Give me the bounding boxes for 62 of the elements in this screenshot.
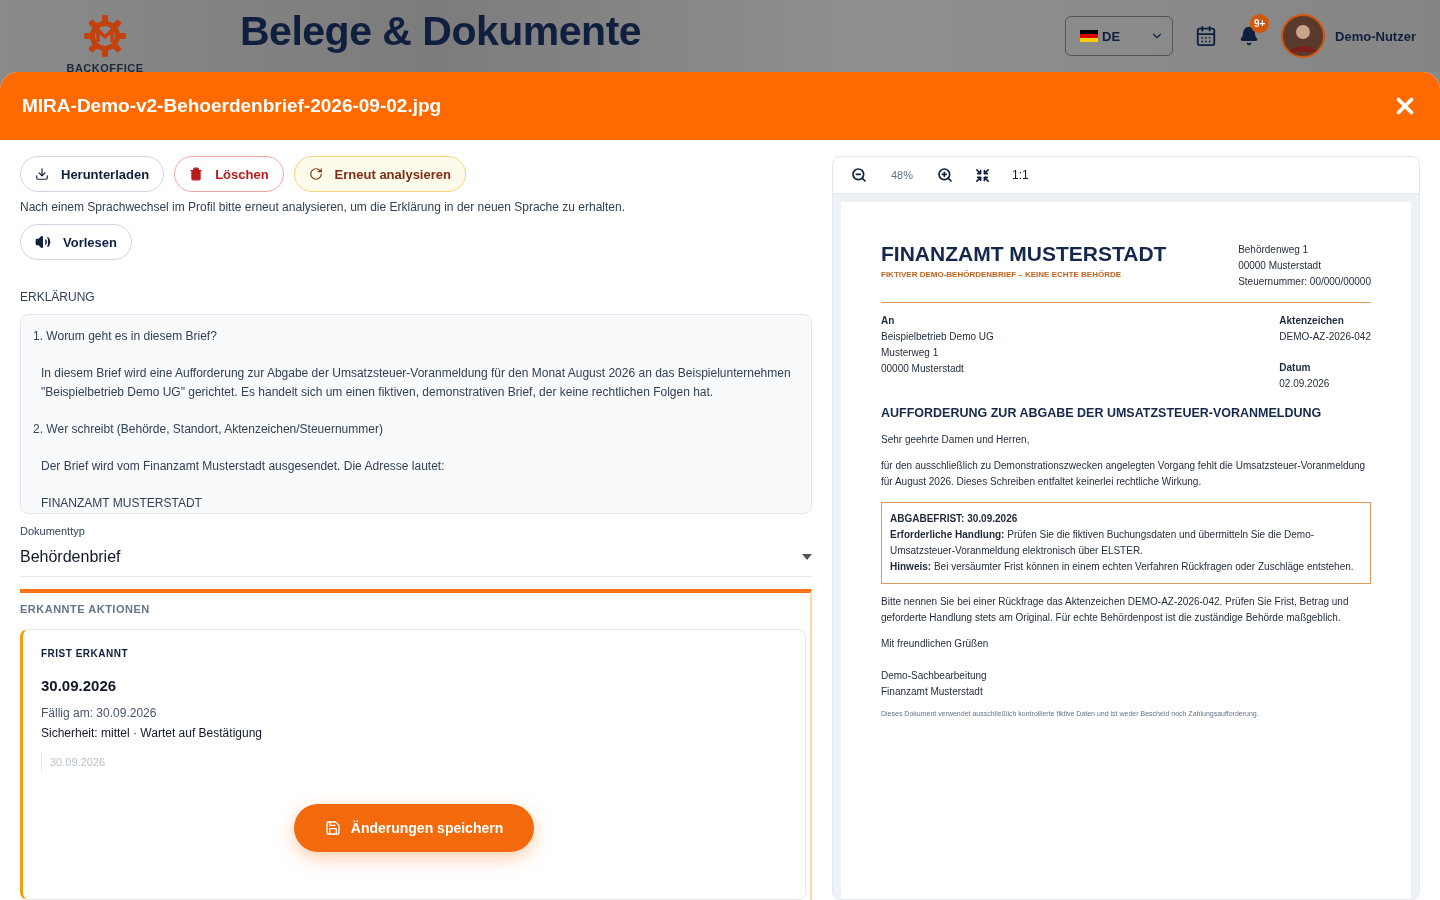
flag-icon bbox=[1080, 30, 1099, 42]
letter-subject: AUFFORDERUNG ZUR ABGABE DER UMSATZSTEUER-VORANMELDUNG bbox=[881, 406, 1323, 420]
notice-line: ABGABEFRIST: 30.09.2026 bbox=[890, 512, 1019, 526]
page-title: Belege & Dokumente bbox=[240, 8, 642, 55]
letter-paragraph: Bitte nennen Sie bei einer Rückfrage das Aktenzeichen DEMO-AZ-2026-042. Prüfen Sie Frist, Betrag und geforderte Handlung stets am Original. Für echte Behördenpost ist die zuständige Behörde maßgeblich. bbox=[881, 595, 1350, 625]
recipient-line: 00000 Musterstadt bbox=[881, 362, 965, 376]
explanation-paragraph: 2. Wer schreibt (Behörde, Standort, Aktenzeichen/Steuernummer) bbox=[33, 421, 384, 438]
logo-text: BACKOFFICE bbox=[66, 62, 144, 74]
download-icon bbox=[35, 167, 49, 181]
explanation-paragraph: Der Brief wird vom Finanzamt Musterstadt ausgesendet. Die Adresse lautet: bbox=[40, 458, 446, 475]
shrink-icon bbox=[975, 167, 991, 183]
hint-text: Nach einem Sprachwechsel im Profil bitte erneut analysieren, um die Erklärung in der neuen Sprache zu erhalten. bbox=[20, 200, 626, 214]
reanalyze-button[interactable]: Erneut analysieren bbox=[293, 156, 466, 192]
notice-line: Hinweis: Bei versäumter Frist können in einem echten Verfahren Rückfragen oder Zuschläge entstehen. bbox=[890, 560, 1355, 574]
speaker-icon bbox=[35, 234, 51, 250]
letter-paragraph: für den ausschließlich zu Demonstrationszwecken angelegten Vorgang fehlt die Umsatzsteuer-Voranmeldung für August 2026. Dieses Schreiben entfaltet keinerlei rechtliche Wirkung. bbox=[881, 459, 1367, 489]
notice-line: Erforderliche Handlung: Prüfen Sie die fiktiven Buchungsdaten und übermitteln Sie die Demo-Umsatzsteuer-Voranmeldung elektronisch über ELSTER. bbox=[890, 528, 1316, 558]
explanation-paragraph: 1. Worum geht es in diesem Brief? bbox=[33, 328, 218, 345]
letter-subtitle: FIKTIVER DEMO-BEHÖRDENBRIEF – KEINE ECHTE BEHÖRDE bbox=[881, 270, 1123, 279]
zoom-out-icon bbox=[851, 167, 867, 183]
section-title: ERKANNTE AKTIONEN bbox=[20, 603, 151, 615]
user-name[interactable]: Demo-Nutzer bbox=[1335, 28, 1416, 44]
meta-value: DEMO-AZ-2026-042 bbox=[1279, 330, 1371, 344]
refresh-icon bbox=[308, 167, 323, 181]
avatar[interactable] bbox=[1281, 14, 1326, 58]
salutation: Sehr geehrte Damen und Herren, bbox=[881, 433, 1031, 447]
zoom-level: 48% bbox=[890, 169, 915, 181]
action-type: FRIST ERKANNT bbox=[41, 648, 130, 659]
recipient-line: Beispielbetrieb Demo UG bbox=[881, 330, 994, 344]
sender-line: Behördenweg 1 bbox=[1238, 243, 1310, 257]
notification-badge: 9+ bbox=[1250, 14, 1270, 33]
dropdown-caret-icon bbox=[802, 553, 812, 560]
explanation-paragraph: FINANZAMT MUSTERSTADT bbox=[40, 495, 203, 512]
field-label: Dokumenttyp bbox=[20, 525, 86, 537]
confidence-text: Sicherheit: mittel · Wartet auf Bestätigung bbox=[41, 726, 263, 740]
trash-icon bbox=[189, 167, 204, 181]
recipient-line: Musterweg 1 bbox=[881, 346, 940, 360]
sender-line: Steuernummer: 00/000/00000 bbox=[1238, 275, 1371, 289]
meta-label: Aktenzeichen bbox=[1279, 314, 1345, 328]
download-button[interactable]: Herunterladen bbox=[20, 156, 165, 192]
signature-line: Finanzamt Musterstadt bbox=[881, 685, 984, 699]
bell-icon[interactable] bbox=[1239, 26, 1260, 46]
gear-logo-icon bbox=[83, 14, 127, 58]
document-type-select[interactable]: Behördenbrief bbox=[20, 537, 812, 577]
letter-authority: FINANZAMT MUSTERSTADT bbox=[881, 242, 1167, 266]
action-date: 30.09.2026 bbox=[41, 677, 118, 694]
read-aloud-button[interactable]: Vorlesen bbox=[20, 224, 132, 260]
signature-line: Demo-Sachbearbeitung bbox=[881, 669, 988, 683]
modal-title: MIRA-Demo-v2-Behoerdenbrief-2026-09-02.jpg bbox=[22, 95, 442, 117]
zoom-in-icon bbox=[937, 167, 954, 183]
closing: Mit freundlichen Grüßen bbox=[881, 637, 990, 651]
due-date-text: Fällig am: 30.09.2026 bbox=[41, 706, 158, 720]
section-label: ERKLÄRUNG bbox=[20, 290, 96, 304]
meta-label: Datum bbox=[1279, 361, 1312, 375]
meta-value: 02.09.2026 bbox=[1279, 377, 1331, 391]
language-select[interactable]: DE bbox=[1065, 16, 1174, 56]
explanation-paragraph: In diesem Brief wird eine Aufforderung zur Abgabe der Umsatzsteuer-Voranmeldung für den Monat August 2026 an das Beispielunternehmen "Beispielbetrieb Demo UG" gerichtet. Es handelt sich um einen fiktiven, demonstrativen Brief, der keine rechtlichen Folgen hat. bbox=[40, 365, 792, 401]
recipient-label: An bbox=[881, 314, 896, 328]
calendar-icon[interactable] bbox=[1195, 25, 1218, 47]
save-icon bbox=[324, 820, 341, 836]
sender-line: 00000 Musterstadt bbox=[1238, 259, 1322, 273]
delete-button[interactable]: Löschen bbox=[174, 156, 284, 192]
